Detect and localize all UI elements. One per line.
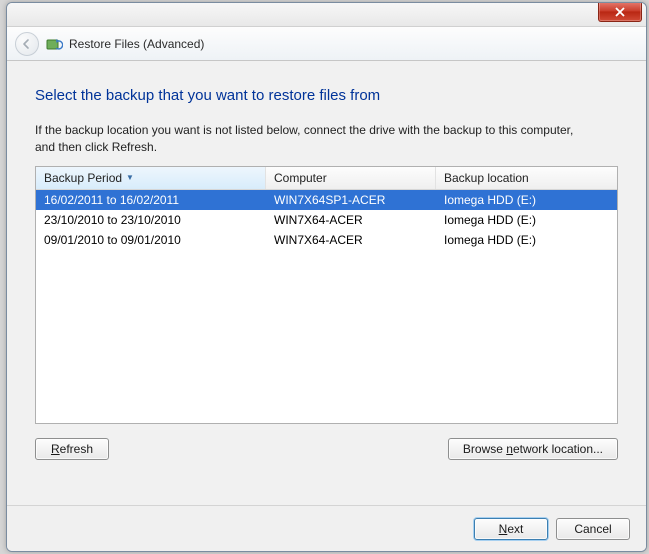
button-label-pre: Browse [463,442,506,456]
column-label: Backup location [444,171,529,185]
column-label: Computer [274,171,327,185]
backups-listview[interactable]: Backup Period ▼ Computer Backup location… [35,166,618,424]
button-label-post: etwork location... [513,442,603,456]
button-label: Cancel [574,522,611,536]
listview-header: Backup Period ▼ Computer Backup location [36,167,617,190]
restore-icon [45,35,63,53]
browse-network-button[interactable]: Browse network location... [448,438,618,460]
table-row[interactable]: 23/10/2010 to 23/10/2010WIN7X64-ACERIome… [36,210,617,230]
mnemonic: n [506,442,513,456]
cell-location: Iomega HDD (E:) [436,210,617,230]
column-label: Backup Period [44,171,122,185]
table-row[interactable]: 09/01/2010 to 09/01/2010WIN7X64-ACERIome… [36,230,617,250]
listview-body: 16/02/2011 to 16/02/2011WIN7X64SP1-ACERI… [36,190,617,250]
cell-location: Iomega HDD (E:) [436,190,617,210]
column-backup-location[interactable]: Backup location [436,167,617,189]
window-title: Restore Files (Advanced) [69,37,204,51]
button-label-post: ext [507,522,523,536]
button-label: efresh [60,442,93,456]
mnemonic: R [51,442,60,456]
header-bar: Restore Files (Advanced) [7,27,646,61]
cell-period: 16/02/2011 to 16/02/2011 [36,190,266,210]
cell-computer: WIN7X64SP1-ACER [266,190,436,210]
content-area: Select the backup that you want to resto… [7,61,646,472]
table-row[interactable]: 16/02/2011 to 16/02/2011WIN7X64SP1-ACERI… [36,190,617,210]
cell-period: 23/10/2010 to 23/10/2010 [36,210,266,230]
restore-files-window: Restore Files (Advanced) Select the back… [6,2,647,552]
cell-period: 09/01/2010 to 09/01/2010 [36,230,266,250]
sort-descending-icon: ▼ [126,173,134,182]
column-computer[interactable]: Computer [266,167,436,189]
back-arrow-icon [21,38,33,50]
back-button[interactable] [15,32,39,56]
main-heading: Select the backup that you want to resto… [35,87,618,104]
cell-computer: WIN7X64-ACER [266,210,436,230]
title-bar [7,3,646,27]
cell-location: Iomega HDD (E:) [436,230,617,250]
instruction-text: If the backup location you want is not l… [35,122,575,156]
cell-computer: WIN7X64-ACER [266,230,436,250]
footer-bar: Next Cancel [7,505,646,551]
refresh-button[interactable]: Refresh [35,438,109,460]
close-button[interactable] [598,2,642,22]
column-backup-period[interactable]: Backup Period ▼ [36,167,266,189]
close-icon [615,7,625,17]
next-button[interactable]: Next [474,518,548,540]
lower-button-row: Refresh Browse network location... [35,438,618,460]
cancel-button[interactable]: Cancel [556,518,630,540]
